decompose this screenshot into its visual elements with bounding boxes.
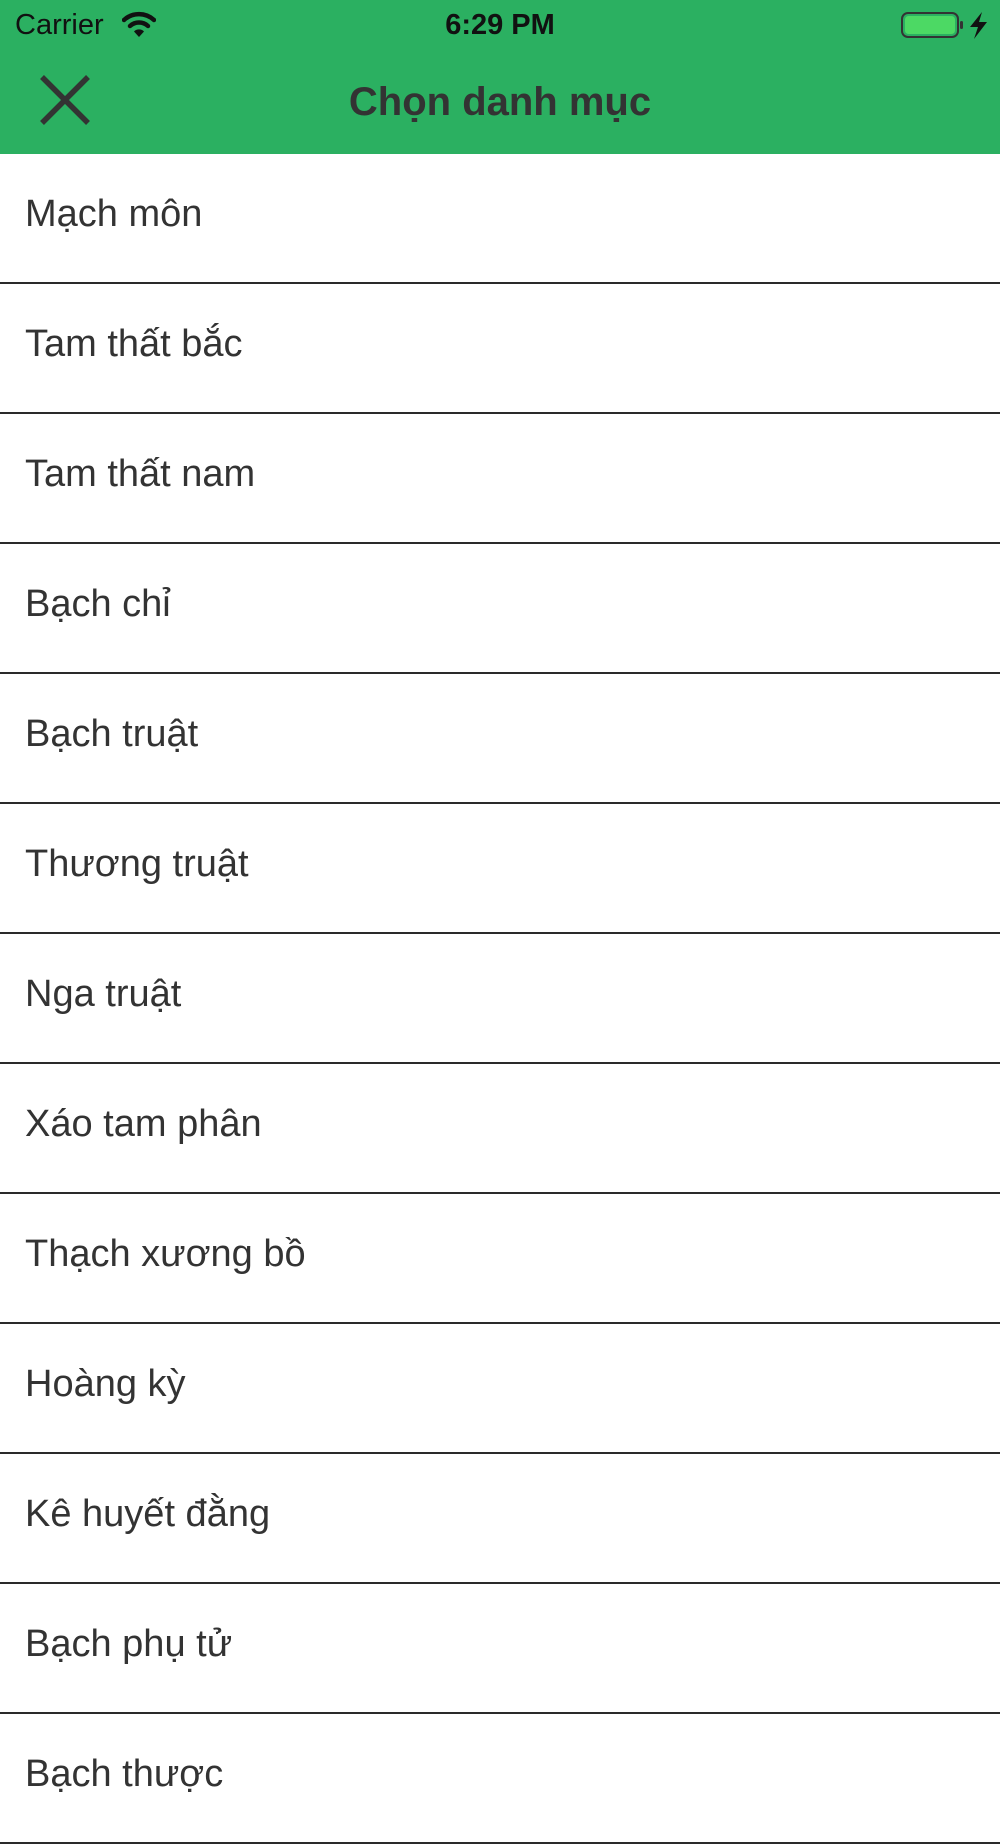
list-item-label: Mạch môn [25, 193, 203, 235]
status-time: 6:29 PM [445, 9, 555, 41]
list-item-label: Kê huyết đằng [25, 1493, 271, 1535]
list-item[interactable]: Tam thất nam [0, 414, 1000, 544]
status-bar: Carrier 6:29 PM [0, 0, 1000, 52]
list-item-label: Bạch phụ tử [25, 1623, 233, 1665]
list-item[interactable]: Kê huyết đằng [0, 1454, 1000, 1584]
list-item-label: Tam thất nam [25, 453, 256, 495]
battery-icon [900, 10, 992, 40]
list-item[interactable]: Bạch truật [0, 674, 1000, 804]
list-item[interactable]: Hoàng kỳ [0, 1324, 1000, 1454]
list-item-label: Thạch xương bồ [25, 1233, 306, 1275]
list-item-label: Bạch thược [25, 1753, 224, 1795]
list-item-label: Xáo tam phân [25, 1103, 262, 1145]
list-item-label: Hoàng kỳ [25, 1363, 186, 1405]
list-item[interactable]: Bạch chỉ [0, 544, 1000, 674]
list-item-label: Bạch chỉ [25, 583, 171, 625]
list-item-label: Tam thất bắc [25, 323, 243, 365]
nav-bar: Chọn danh mục [0, 52, 1000, 154]
app-header: Carrier 6:29 PM Chọn danh mục [0, 0, 1000, 154]
list-item[interactable]: Thương truật [0, 804, 1000, 934]
list-item[interactable]: Xáo tam phân [0, 1064, 1000, 1194]
charging-bolt-icon [970, 12, 987, 39]
list-item-label: Nga truật [25, 973, 182, 1015]
list-item-label: Bạch truật [25, 713, 199, 755]
list-item[interactable]: Mạch môn [0, 154, 1000, 284]
page-title: Chọn danh mục [348, 80, 652, 124]
list-item[interactable]: Tam thất bắc [0, 284, 1000, 414]
category-list: Mạch môn Tam thất bắc Tam thất nam Bạch … [0, 154, 1000, 1844]
list-item[interactable]: Nga truật [0, 934, 1000, 1064]
list-item[interactable]: Bạch thược [0, 1714, 1000, 1844]
list-item-label: Thương truật [25, 843, 249, 885]
list-item[interactable]: Thạch xương bồ [0, 1194, 1000, 1324]
list-item[interactable]: Bạch phụ tử [0, 1584, 1000, 1714]
